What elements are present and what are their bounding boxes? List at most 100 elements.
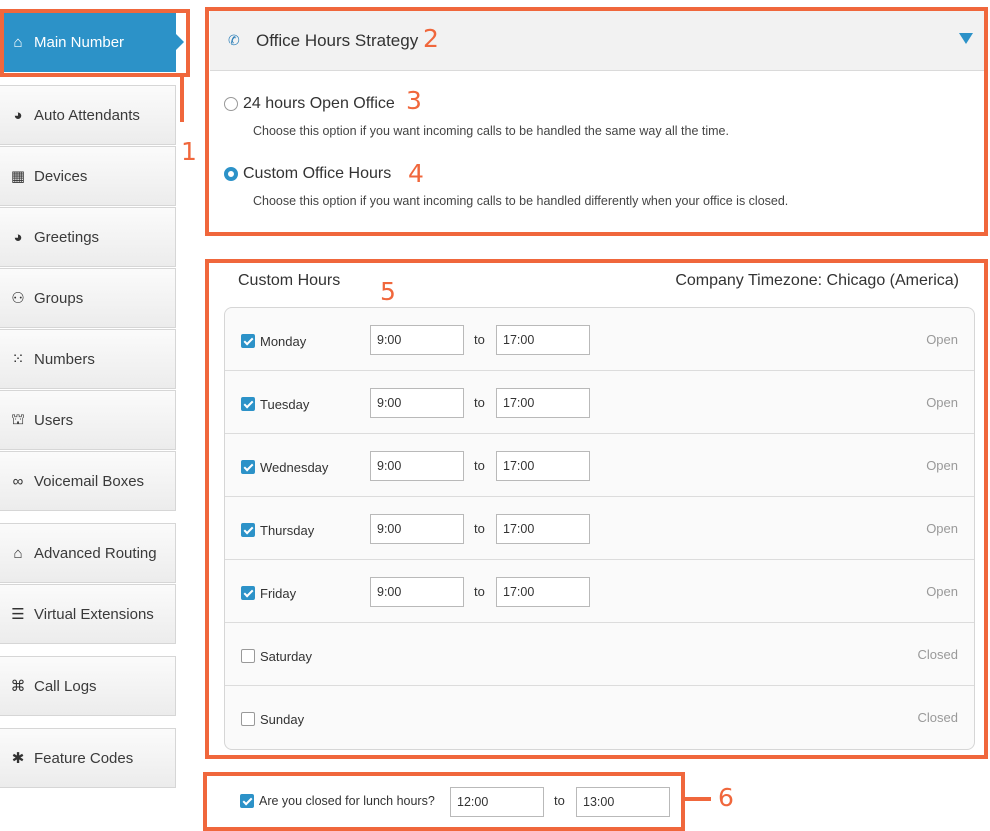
status-label: Closed	[917, 647, 958, 662]
monday-checkbox[interactable]	[241, 334, 255, 348]
annotation-number-6: 6	[718, 783, 734, 812]
to-label: to	[554, 793, 565, 808]
to-label: to	[474, 458, 485, 473]
wednesday-checkbox[interactable]	[241, 460, 255, 474]
company-timezone: Company Timezone: Chicago (America)	[675, 272, 959, 289]
sidebar-item-label: Greetings	[34, 228, 100, 246]
status-label: Closed	[917, 710, 958, 725]
annotation-number-5: 5	[380, 277, 396, 306]
day-row-friday: Friday to Open	[225, 560, 974, 623]
annotation-leader-1	[180, 75, 184, 122]
list-icon: ☰	[11, 606, 25, 623]
home-icon: ⌂	[13, 33, 23, 51]
sidebar-item-label: Numbers	[34, 350, 95, 368]
sidebar-item-label: Call Logs	[34, 677, 97, 695]
option-24-hours-label: 24 hours Open Office	[243, 95, 395, 112]
lunch-start-input[interactable]	[450, 787, 544, 817]
annotation-number-3: 3	[406, 86, 422, 115]
status-label: Open	[926, 521, 958, 536]
group-icon: ⚇	[11, 290, 25, 307]
day-label: Wednesday	[260, 460, 329, 475]
day-label: Monday	[260, 334, 307, 349]
office-hours-strategy-header[interactable]: ✆ Office Hours Strategy	[210, 11, 985, 71]
status-label: Open	[926, 458, 958, 473]
sidebar-item-call-logs[interactable]: ⌘ Call Logs	[0, 656, 176, 716]
monday-start-input[interactable]	[370, 325, 464, 355]
saturday-checkbox[interactable]	[241, 649, 255, 663]
custom-hours-table: Monday to Open Tuesday to Open Wednesday…	[224, 307, 975, 750]
sidebar-item-label: Auto Attendants	[34, 106, 140, 124]
friday-checkbox[interactable]	[241, 586, 255, 600]
voicemail-icon: ∞	[12, 472, 24, 490]
sidebar-item-groups[interactable]: ⚇ Groups	[0, 268, 176, 328]
sidebar-item-label: Virtual Extensions	[34, 605, 154, 623]
phone-device-icon: ▦	[10, 168, 26, 185]
day-row-wednesday: Wednesday to Open	[225, 434, 974, 497]
sidebar-item-main-number[interactable]: ⌂ Main Number	[0, 12, 184, 72]
sidebar-item-advanced-routing[interactable]: ⌂ Advanced Routing	[0, 523, 176, 583]
keypad-icon: ⁙	[11, 351, 25, 368]
sidebar-item-voicemail-boxes[interactable]: ∞ Voicemail Boxes	[0, 451, 176, 511]
status-label: Open	[926, 332, 958, 347]
day-label: Sunday	[260, 712, 305, 727]
sidebar-item-label: Users	[34, 411, 74, 429]
asterisk-icon: ✱	[11, 750, 25, 767]
lunch-end-input[interactable]	[576, 787, 670, 817]
option-24-hours-description: Choose this option if you want incoming …	[253, 124, 729, 138]
wednesday-end-input[interactable]	[496, 451, 590, 481]
tuesday-checkbox[interactable]	[241, 397, 255, 411]
annotation-number-4: 4	[408, 159, 424, 188]
speaker-head-icon: ◕	[13, 106, 23, 124]
day-row-monday: Monday to Open	[225, 308, 974, 371]
to-label: to	[474, 395, 485, 410]
radio-24-hours[interactable]	[224, 97, 238, 111]
day-row-tuesday: Tuesday to Open	[225, 371, 974, 434]
thursday-start-input[interactable]	[370, 514, 464, 544]
lunch-closed-checkbox[interactable]	[240, 794, 254, 808]
option-custom-hours-label: Custom Office Hours	[243, 165, 392, 182]
network-icon: ⌘	[10, 678, 26, 695]
sidebar-item-label: Devices	[34, 167, 88, 185]
sidebar-item-label: Voicemail Boxes	[34, 472, 145, 490]
to-label: to	[474, 521, 485, 536]
sidebar-item-virtual-extensions[interactable]: ☰ Virtual Extensions	[0, 584, 176, 644]
monday-end-input[interactable]	[496, 325, 590, 355]
sidebar-item-users[interactable]: ⛫ Users	[0, 390, 176, 450]
option-custom-hours-description: Choose this option if you want incoming …	[253, 194, 789, 208]
friday-start-input[interactable]	[370, 577, 464, 607]
sidebar-item-feature-codes[interactable]: ✱ Feature Codes	[0, 728, 176, 788]
strategy-title: Office Hours Strategy	[256, 30, 419, 50]
sidebar-item-numbers[interactable]: ⁙ Numbers	[0, 329, 176, 389]
day-row-sunday: Sunday Closed	[225, 686, 974, 749]
sidebar-item-greetings[interactable]: ◕ Greetings	[0, 207, 176, 267]
sidebar-item-label: Feature Codes	[34, 749, 134, 767]
speaker-head-icon: ◕	[13, 228, 23, 246]
users-desk-icon: ⛫	[11, 410, 25, 428]
lunch-question-label: Are you closed for lunch hours?	[259, 794, 435, 808]
sunday-checkbox[interactable]	[241, 712, 255, 726]
day-label: Tuesday	[260, 397, 310, 412]
to-label: to	[474, 332, 485, 347]
sidebar-item-label: Main Number	[34, 33, 125, 51]
phone-icon: ✆	[228, 32, 240, 48]
annotation-number-2: 2	[423, 24, 439, 53]
friday-end-input[interactable]	[496, 577, 590, 607]
radio-custom-office-hours[interactable]	[224, 167, 238, 181]
home-icon: ⌂	[13, 544, 23, 562]
wednesday-start-input[interactable]	[370, 451, 464, 481]
status-label: Open	[926, 584, 958, 599]
sidebar-item-label: Advanced Routing	[34, 544, 157, 562]
sidebar-item-devices[interactable]: ▦ Devices	[0, 146, 176, 206]
thursday-end-input[interactable]	[496, 514, 590, 544]
custom-hours-title: Custom Hours	[238, 272, 341, 289]
to-label: to	[474, 584, 485, 599]
thursday-checkbox[interactable]	[241, 523, 255, 537]
sidebar-item-auto-attendants[interactable]: ◕ Auto Attendants	[0, 85, 176, 145]
day-row-saturday: Saturday Closed	[225, 623, 974, 686]
status-label: Open	[926, 395, 958, 410]
annotation-leader-6	[685, 797, 711, 801]
caret-down-icon[interactable]	[959, 33, 973, 44]
day-label: Thursday	[260, 523, 315, 538]
tuesday-end-input[interactable]	[496, 388, 590, 418]
tuesday-start-input[interactable]	[370, 388, 464, 418]
